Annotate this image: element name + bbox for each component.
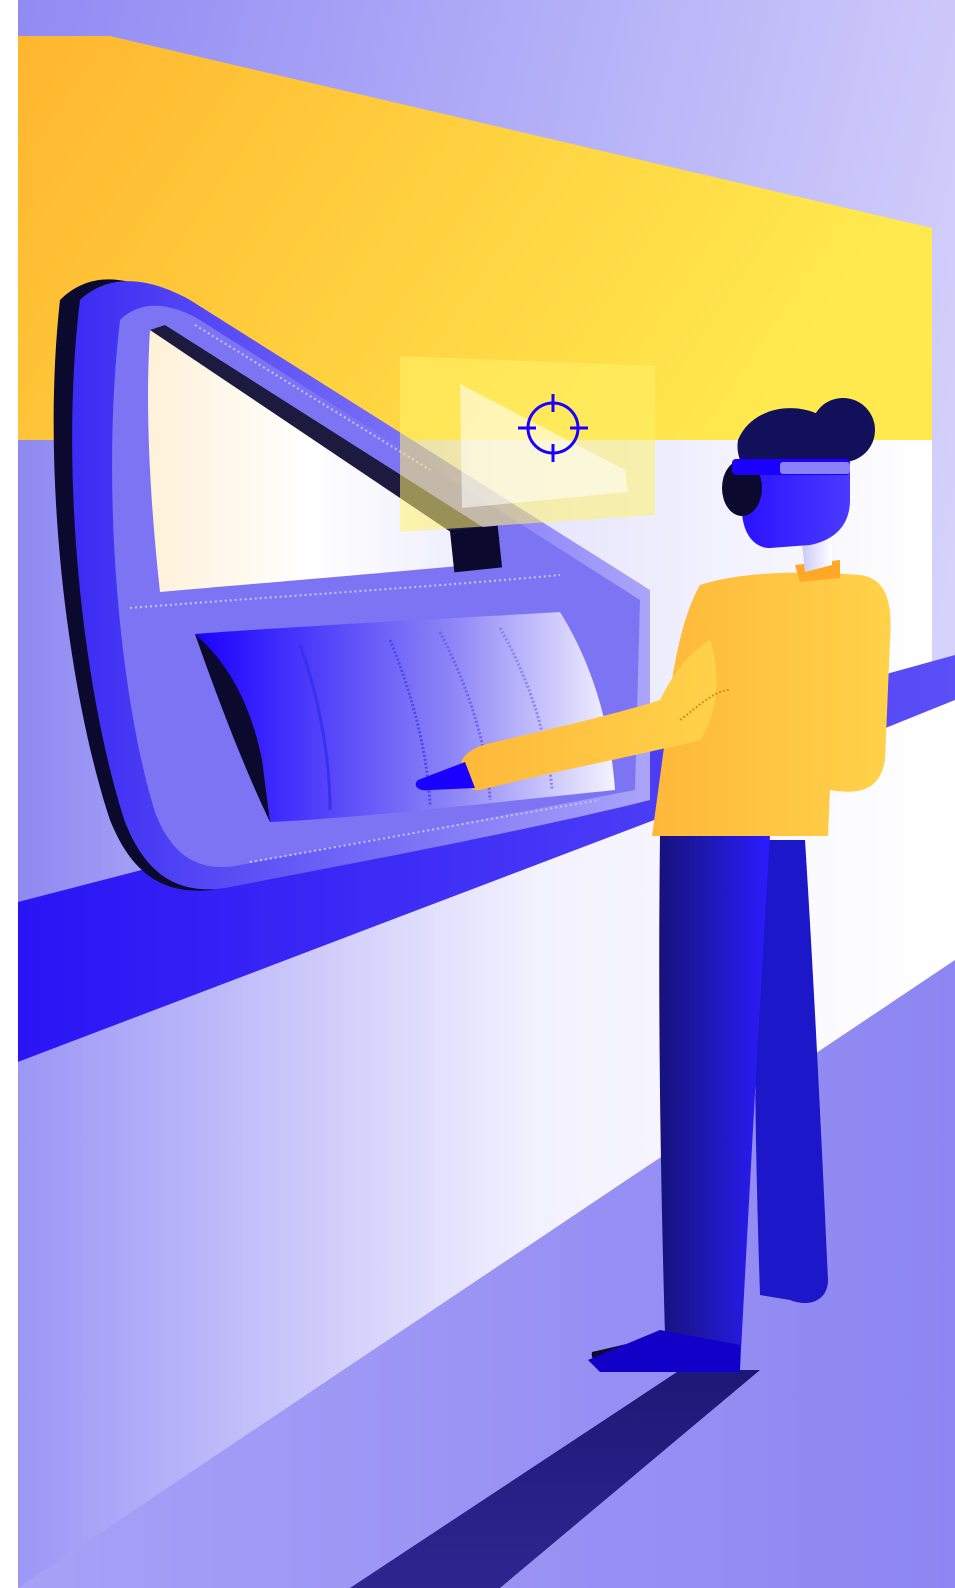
display-hinge bbox=[449, 525, 503, 573]
illustration-scene bbox=[0, 0, 955, 1588]
vr-headset-lens bbox=[780, 462, 850, 474]
person-hair-bun bbox=[811, 398, 875, 462]
left-edge-strip bbox=[0, 0, 18, 1588]
illustration-canvas bbox=[0, 0, 955, 1588]
